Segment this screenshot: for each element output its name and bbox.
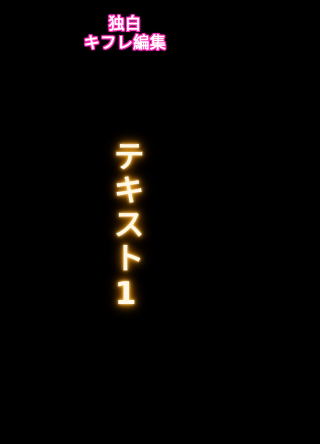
video-title: 独白 キフレ編集 bbox=[0, 14, 250, 52]
title-line-2: キフレ編集 bbox=[83, 33, 167, 52]
main-vertical-caption: テキスト1 bbox=[107, 140, 144, 315]
title-line-1: 独白 bbox=[108, 14, 142, 33]
